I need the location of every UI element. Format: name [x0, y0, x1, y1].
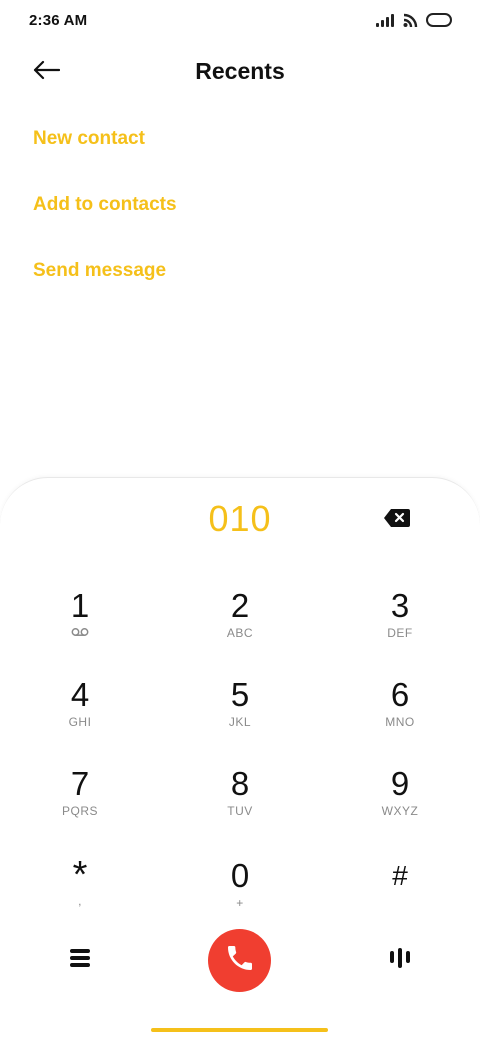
status-icons: [376, 13, 452, 32]
key-5[interactable]: 5 JKL: [180, 677, 300, 757]
key-letters: ABC: [226, 626, 254, 640]
signal-icon: [376, 13, 395, 32]
key-7[interactable]: 7 PQRS: [20, 766, 140, 846]
call-button[interactable]: [208, 929, 271, 992]
key-digit: 5: [230, 676, 250, 713]
key-letters: TUV: [227, 804, 253, 818]
key-digit: 4: [70, 676, 90, 713]
key-6[interactable]: 6 MNO: [340, 677, 460, 757]
status-time: 2:36 AM: [29, 12, 88, 29]
key-digit: *: [72, 854, 88, 896]
new-contact-link[interactable]: New contact: [33, 128, 145, 150]
key-letters: JKL: [228, 715, 252, 729]
key-9[interactable]: 9 WXYZ: [340, 766, 460, 846]
key-digit: #: [392, 860, 408, 891]
key-digit: 9: [390, 765, 410, 802]
key-hash[interactable]: #: [340, 858, 460, 938]
page-title: Recents: [195, 58, 285, 84]
key-0[interactable]: 0 +: [180, 858, 300, 938]
key-2[interactable]: 2 ABC: [180, 588, 300, 668]
key-star[interactable]: * ,: [20, 854, 140, 938]
key-1[interactable]: 1: [20, 588, 140, 668]
key-3[interactable]: 3 DEF: [340, 588, 460, 668]
key-letters: PQRS: [61, 804, 98, 818]
keypad-toggle-button[interactable]: [384, 944, 416, 976]
voicemail-icon: [20, 625, 140, 641]
menu-icon: [69, 948, 91, 973]
key-digit: 8: [230, 765, 250, 802]
key-letters: MNO: [385, 715, 415, 729]
menu-button[interactable]: [64, 944, 96, 976]
key-digit: 3: [390, 587, 410, 624]
key-letters: +: [236, 896, 244, 910]
home-indicator[interactable]: [151, 1028, 328, 1032]
key-letters: WXYZ: [381, 804, 419, 818]
phone-icon: [224, 942, 256, 979]
key-digit: 0: [230, 857, 250, 894]
key-letters: DEF: [387, 626, 413, 640]
key-digit: 6: [390, 676, 410, 713]
keypad-toggle-icon: [389, 947, 411, 974]
battery-icon: [426, 13, 452, 32]
send-message-link[interactable]: Send message: [33, 260, 166, 282]
key-letters: GHI: [68, 715, 92, 729]
key-digit: 7: [70, 765, 90, 802]
add-to-contacts-link[interactable]: Add to contacts: [33, 194, 177, 216]
status-bar: 2:36 AM: [0, 0, 480, 44]
backspace-icon: [383, 509, 411, 532]
key-4[interactable]: 4 GHI: [20, 677, 140, 757]
dialer-screen: 2:36 AM Recents New contact Add to conta…: [0, 0, 480, 1040]
backspace-button[interactable]: [383, 508, 413, 530]
key-digit: 1: [70, 587, 90, 624]
key-digit: 2: [230, 587, 250, 624]
key-8[interactable]: 8 TUV: [180, 766, 300, 846]
key-letters: ,: [78, 894, 82, 908]
wifi-icon: [403, 13, 418, 32]
